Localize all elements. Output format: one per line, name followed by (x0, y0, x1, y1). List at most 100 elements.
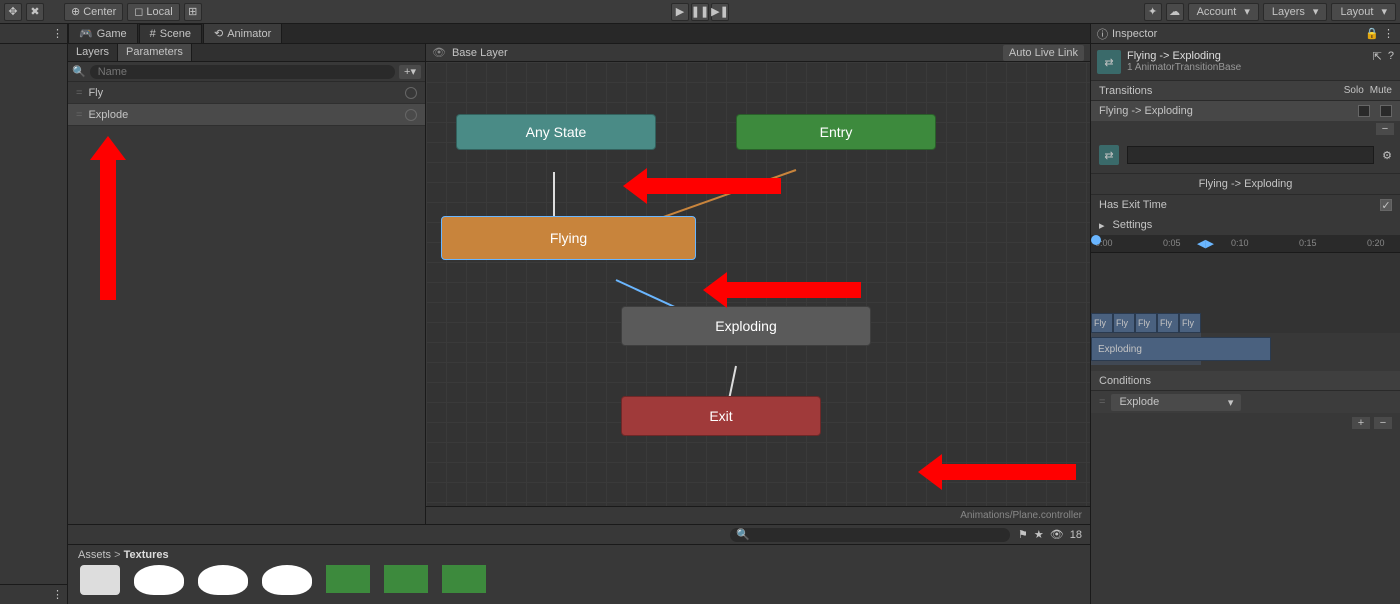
annotation-arrow (721, 282, 861, 298)
animator-icon: ⟲ (214, 27, 223, 40)
transition-preview-field[interactable] (1127, 146, 1374, 164)
has-exit-time-checkbox[interactable]: ✓ (1380, 199, 1392, 211)
param-row-explode[interactable]: = Explode (68, 104, 425, 126)
tab-bar: 🎮Game #Scene ⟲Animator (68, 24, 1090, 44)
parameters-panel: Layers Parameters 🔍 +▾ = Fly = Explode (68, 44, 426, 524)
state-exploding[interactable]: Exploding (621, 306, 871, 346)
param-trigger-radio[interactable] (405, 109, 417, 121)
menu-icon[interactable]: ⋮ (52, 588, 63, 601)
inspector-panel: ⓘ Inspector 🔒 ⋮ ⇄ Flying -> Exploding 1 … (1090, 24, 1400, 604)
annotation-arrow (936, 464, 1076, 480)
texture-thumb[interactable] (442, 565, 486, 593)
account-dropdown[interactable]: Account▾ (1188, 3, 1259, 21)
search-icon: 🔍 (72, 65, 86, 78)
left-gutter: ⋮ ⋮ (0, 24, 68, 604)
texture-thumb[interactable] (384, 565, 428, 593)
expand-icon[interactable]: ⇱ (1373, 50, 1382, 74)
game-icon: 🎮 (79, 27, 93, 40)
param-search-input[interactable] (90, 65, 395, 79)
help-icon[interactable]: ? (1388, 50, 1394, 74)
tab-animator[interactable]: ⟲Animator (203, 23, 282, 43)
drag-handle-icon: = (76, 109, 82, 121)
main-toolbar: ✥ ✖ ⊕Center ◻Local ⊞ ▶ ❚❚ ▶❚ ✦ ☁ Account… (0, 0, 1400, 24)
tab-scene[interactable]: #Scene (139, 24, 202, 43)
assets-breadcrumb[interactable]: Assets > Textures (68, 545, 1090, 565)
annotation-arrow (641, 178, 781, 194)
auto-live-link-toggle[interactable]: Auto Live Link (1003, 45, 1084, 61)
layout-dropdown[interactable]: Layout▾ (1331, 3, 1396, 21)
texture-thumb[interactable] (198, 565, 248, 595)
remove-condition-button[interactable]: − (1374, 417, 1392, 429)
layers-tab[interactable]: Layers (68, 44, 118, 61)
hidden-icon[interactable]: 👁 (1050, 528, 1064, 541)
drag-handle-icon: = (1099, 396, 1105, 408)
solo-checkbox[interactable] (1358, 105, 1370, 117)
condition-param-dropdown[interactable]: Explode▾ (1111, 394, 1241, 411)
mute-checkbox[interactable] (1380, 105, 1392, 117)
texture-thumb[interactable] (326, 565, 370, 593)
hand-tool-icon[interactable]: ✥ (4, 3, 22, 21)
cloud-icon[interactable]: ☁ (1166, 3, 1184, 21)
condition-row: = Explode▾ (1091, 391, 1400, 413)
chevron-right-icon: ▸ (1099, 219, 1105, 232)
annotation-arrow (100, 160, 116, 300)
clip-fly[interactable]: Fly (1135, 313, 1157, 333)
transition-icon: ⇄ (1097, 50, 1121, 74)
state-entry[interactable]: Entry (736, 114, 936, 150)
gear-icon[interactable]: ⚙ (1382, 149, 1392, 162)
layers-dropdown[interactable]: Layers▾ (1263, 3, 1328, 21)
lock-icon[interactable]: 🔒 (1365, 27, 1379, 40)
tools-icon[interactable]: ✖ (26, 3, 44, 21)
project-toolbar: 🔍 ⚑ ★ 👁 18 (68, 524, 1090, 544)
transition-icon: ⇄ (1099, 145, 1119, 165)
graph-footer-path: Animations/Plane.controller (426, 506, 1090, 524)
inspector-title: Inspector (1112, 28, 1157, 40)
parameters-tab[interactable]: Parameters (118, 44, 192, 61)
layer-breadcrumb[interactable]: Base Layer (452, 47, 508, 59)
clip-fly[interactable]: Fly (1113, 313, 1135, 333)
clip-fly[interactable]: Fly (1091, 313, 1113, 333)
clip-fly[interactable]: Fly (1157, 313, 1179, 333)
texture-thumb[interactable] (134, 565, 184, 595)
settings-foldout[interactable]: ▸ Settings (1091, 215, 1400, 235)
state-flying[interactable]: Flying (441, 216, 696, 260)
texture-thumb[interactable] (262, 565, 312, 595)
snap-icon[interactable]: ⊞ (184, 3, 202, 21)
pivot-toggle[interactable]: ⊕Center (64, 3, 123, 21)
project-search-input[interactable]: 🔍 (730, 528, 1010, 542)
mute-label: Mute (1370, 85, 1392, 96)
step-button[interactable]: ▶❚ (711, 3, 729, 21)
eye-icon[interactable]: 👁 (432, 46, 446, 59)
has-exit-time-label: Has Exit Time (1099, 199, 1167, 211)
count-label: 18 (1070, 529, 1082, 541)
scene-icon: # (150, 28, 156, 40)
menu-icon[interactable]: ⋮ (1383, 27, 1394, 40)
info-icon: ⓘ (1097, 26, 1108, 42)
collab-icon[interactable]: ✦ (1144, 3, 1162, 21)
add-condition-button[interactable]: + (1352, 417, 1370, 429)
transitions-header: Transitions (1099, 85, 1152, 97)
add-param-button[interactable]: +▾ (399, 65, 421, 79)
clip-fly[interactable]: Fly (1179, 313, 1201, 333)
param-trigger-radio[interactable] (405, 87, 417, 99)
filter-icon[interactable]: ⚑ (1018, 528, 1028, 541)
favorite-icon[interactable]: ★ (1034, 528, 1044, 541)
remove-transition-button[interactable]: − (1376, 123, 1394, 135)
transition-timeline[interactable]: 0:00 0:05 0:10 0:15 0:20 ◀▶ Fly Fly Fly … (1091, 235, 1400, 365)
menu-icon[interactable]: ⋮ (52, 27, 63, 40)
transition-subtitle: 1 AnimatorTransitionBase (1127, 62, 1367, 73)
clip-exploding[interactable]: Exploding (1091, 337, 1271, 361)
state-exit[interactable]: Exit (621, 396, 821, 436)
texture-thumb[interactable] (80, 565, 120, 595)
transition-name: Flying -> Exploding (1127, 50, 1367, 62)
transition-list-item[interactable]: Flying -> Exploding (1091, 101, 1400, 121)
drag-handle-icon: = (76, 87, 82, 99)
space-toggle[interactable]: ◻Local (127, 3, 179, 21)
animator-graph[interactable]: 👁 Base Layer Auto Live Link (426, 44, 1090, 524)
solo-label: Solo (1344, 85, 1364, 96)
play-button[interactable]: ▶ (671, 3, 689, 21)
tab-game[interactable]: 🎮Game (68, 23, 138, 43)
state-any-state[interactable]: Any State (456, 114, 656, 150)
param-row-fly[interactable]: = Fly (68, 82, 425, 104)
pause-button[interactable]: ❚❚ (691, 3, 709, 21)
